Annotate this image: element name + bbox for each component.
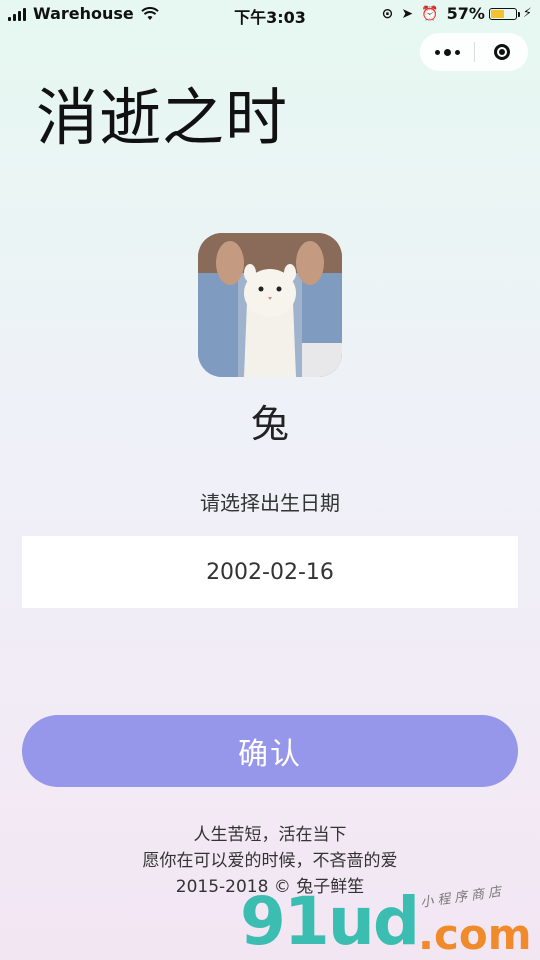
target-close-icon[interactable] (475, 33, 528, 71)
avatar (198, 233, 342, 377)
watermark-main: 91ud (240, 883, 420, 960)
battery-level (490, 9, 504, 18)
confirm-button[interactable]: 确认 (22, 715, 518, 787)
footer-line-motto: 人生苦短，活在当下 (193, 825, 347, 845)
watermark-domain: .com (418, 910, 532, 959)
status-right: ⊙ ➤ ⏰ 57% ⚡ (374, 4, 532, 23)
page-title: 消逝之时 (36, 81, 289, 154)
birth-date-value: 2002-02-16 (206, 559, 334, 585)
watermark-subtitle: 小程序商店 (419, 884, 506, 911)
rabbit-photo-image (198, 233, 342, 377)
location-icon: ➤ (401, 5, 414, 22)
battery-icon (488, 7, 520, 20)
status-bar: Warehouse 下午3:03 ⊙ ➤ ⏰ 57% ⚡ (0, 0, 540, 28)
battery-percent: 57% (446, 4, 485, 23)
miniprogram-capsule (420, 33, 528, 71)
more-dots-icon[interactable] (420, 33, 474, 71)
charging-icon: ⚡ (522, 6, 532, 21)
alarm-icon: ⏰ (421, 5, 439, 22)
footer-line-wish: 愿你在可以爱的时候，不吝啬的爱 (142, 851, 398, 871)
zodiac-sign: 兔 (250, 402, 289, 446)
birth-date-label: 请选择出生日期 (200, 491, 340, 515)
birth-date-picker[interactable]: 2002-02-16 (22, 536, 518, 608)
watermark-logo: 91ud .com 小程序商店 (240, 880, 540, 960)
screen-lock-icon: ⊙ (381, 5, 394, 22)
